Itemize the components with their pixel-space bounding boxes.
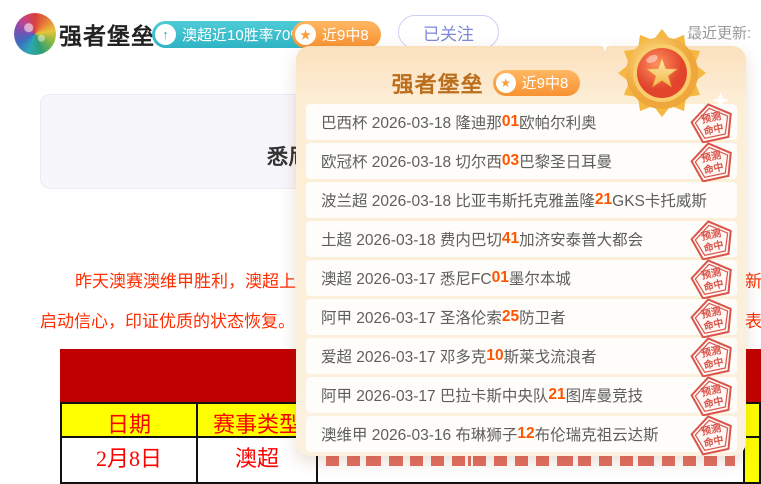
match-text: 波兰超 2026-03-18 比亚韦斯托克雅盖隆 — [321, 189, 595, 211]
score-away: 0 — [495, 347, 504, 365]
score-home: 2 — [548, 386, 557, 404]
match-row[interactable]: 澳维甲 2026-03-16 布琳狮子12布伦瑞克祖云达斯 预测 命中 — [306, 416, 737, 452]
score-home: 2 — [502, 308, 511, 326]
match-row[interactable]: 阿甲 2026-03-17 巴拉卡斯中央队21图库曼竞技 预测 命中 — [306, 377, 737, 413]
away-team: 墨尔本城 — [509, 267, 571, 289]
popup-hit-badge-label: 近9中8 — [522, 72, 569, 93]
gold-medal-icon — [616, 27, 708, 119]
match-text: 欧冠杯 2026-03-18 切尔西 — [321, 150, 502, 172]
away-team: 欧帕尔利奥 — [519, 111, 597, 133]
star-icon: ★ — [496, 73, 516, 93]
score-away: 1 — [511, 113, 520, 131]
hit-stamp: 预测 命中 — [685, 136, 739, 187]
match-text: 阿甲 2026-03-17 圣洛伦索 — [321, 306, 502, 328]
score-away: 2 — [526, 425, 535, 443]
score-away: 5 — [511, 308, 520, 326]
article-paragraph-line1: 昨天澳赛澳维甲胜利，澳超上 — [75, 267, 296, 292]
score-home: 2 — [595, 191, 604, 209]
away-team: 加济安泰普大都会 — [519, 228, 643, 250]
score-away: 1 — [557, 386, 566, 404]
popup-hit-badge: ★ 近9中8 — [493, 70, 581, 96]
match-text: 澳超 2026-03-17 悉尼FC — [321, 267, 492, 289]
score-home: 1 — [486, 347, 495, 365]
score-home: 0 — [502, 152, 511, 170]
match-row[interactable]: 阿甲 2026-03-17 圣洛伦索25防卫者 预测 命中 — [306, 299, 737, 335]
hit-streak-badge: ★ 近9中8 — [292, 21, 381, 48]
clipped-text — [326, 455, 735, 466]
match-list: 巴西杯 2026-03-18 隆迪那01欧帕尔利奥 预测 命中 欧冠杯 2026… — [296, 104, 746, 452]
match-row[interactable]: 土超 2026-03-18 费内巴切41加济安泰普大都会 预测 命中 — [306, 221, 737, 257]
score-home: 1 — [517, 425, 526, 443]
score-away: 1 — [604, 191, 613, 209]
popup-title: 强者堡垒 — [392, 67, 484, 99]
user-avatar — [14, 13, 56, 55]
match-text: 爱超 2026-03-17 邓多克 — [321, 345, 486, 367]
away-team: 巴黎圣日耳曼 — [519, 150, 612, 172]
up-arrow-icon: ↑ — [155, 24, 176, 45]
match-row[interactable]: 波兰超 2026-03-18 比亚韦斯托克雅盖隆21GKS卡托威斯 — [306, 182, 737, 218]
away-team: 防卫者 — [519, 306, 566, 328]
match-row[interactable]: 澳超 2026-03-17 悉尼FC01墨尔本城 预测 命中 — [306, 260, 737, 296]
away-team: 布伦瑞克祖云达斯 — [535, 423, 659, 445]
match-row[interactable]: 爱超 2026-03-17 邓多克10斯莱戈流浪者 预测 命中 — [306, 338, 737, 374]
article-paragraph-line2-tail: 表 — [745, 307, 761, 332]
score-home: 4 — [502, 230, 511, 248]
match-text: 阿甲 2026-03-17 巴拉卡斯中央队 — [321, 384, 548, 406]
article-paragraph-line1-tail: 新 — [745, 267, 761, 292]
sparkle-icon — [712, 92, 729, 109]
match-text: 巴西杯 2026-03-18 隆迪那 — [321, 111, 502, 133]
table-cell-date: 2月8日 — [60, 438, 198, 484]
sparkle-icon — [688, 28, 697, 37]
table-header-date: 日期 — [60, 402, 198, 438]
match-row[interactable]: 欧冠杯 2026-03-18 切尔西03巴黎圣日耳曼 预测 命中 — [306, 143, 737, 179]
match-text: 澳维甲 2026-03-16 布琳狮子 — [321, 423, 517, 445]
score-home: 0 — [502, 113, 511, 131]
match-text: 土超 2026-03-18 费内巴切 — [321, 228, 502, 250]
page-title: 强者堡垒 — [59, 17, 155, 51]
follow-button[interactable]: 已关注 — [398, 15, 499, 49]
hit-stamp: 预测 命中 — [685, 409, 739, 460]
away-team: 图库曼竞技 — [566, 384, 644, 406]
table-header-edge — [745, 402, 761, 438]
winrate-badge-label: 澳超近10胜率70% — [182, 24, 304, 45]
score-away: 1 — [511, 230, 520, 248]
score-away: 3 — [511, 152, 520, 170]
away-team: 斯莱戈流浪者 — [504, 345, 597, 367]
table-cell-edge — [745, 438, 761, 484]
hit-streak-badge-label: 近9中8 — [322, 24, 369, 45]
star-icon: ★ — [295, 24, 316, 45]
article-paragraph-line2: 启动信心，印证优质的状态恢复。 — [40, 307, 295, 332]
score-home: 0 — [492, 269, 501, 287]
sparkle-icon — [598, 38, 612, 52]
score-away: 1 — [500, 269, 509, 287]
away-team: GKS卡托威斯 — [612, 189, 707, 211]
